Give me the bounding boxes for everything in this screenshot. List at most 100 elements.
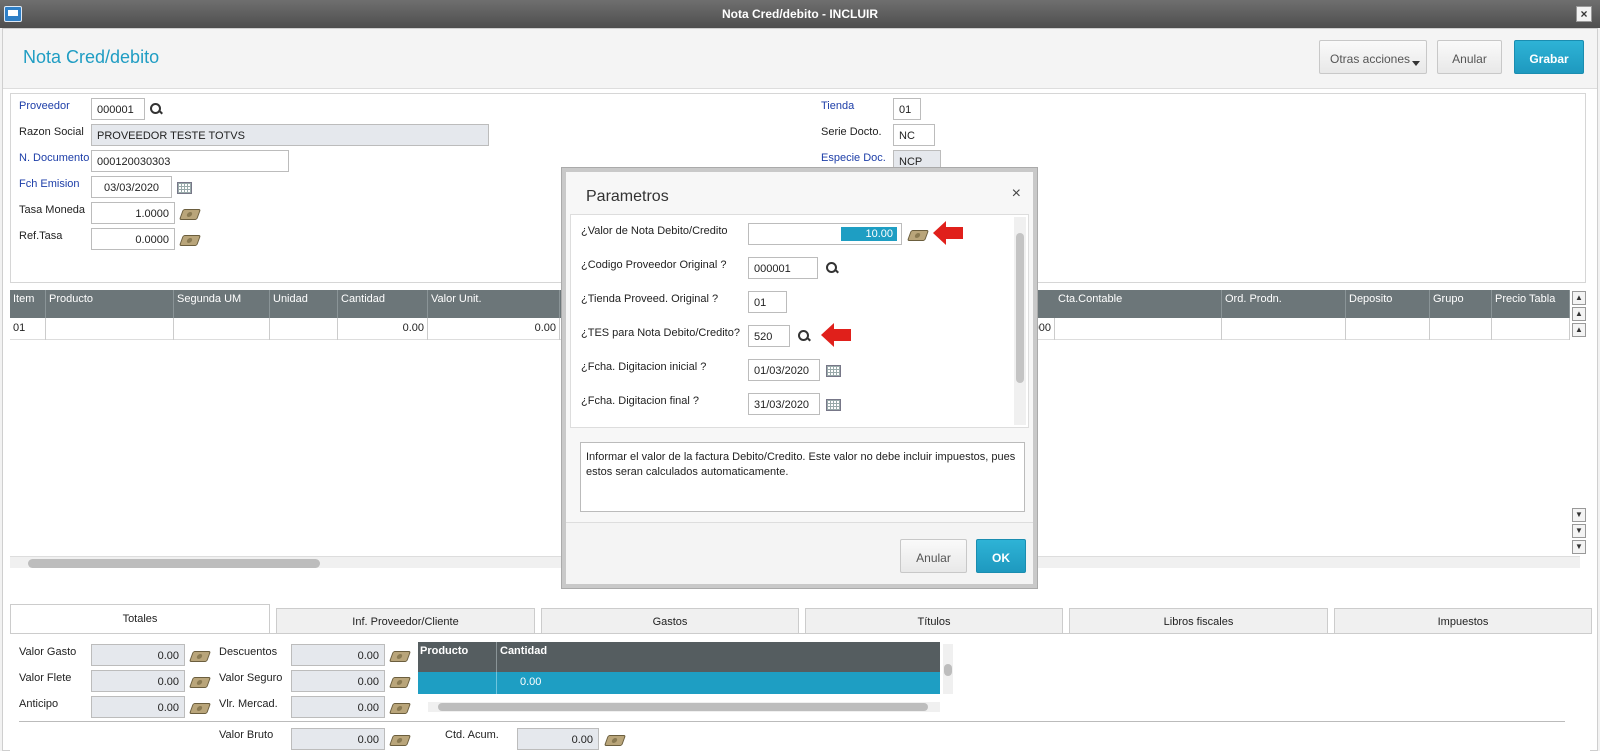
search-icon[interactable]	[825, 261, 839, 275]
valor-seguro-field[interactable]: 0.00	[291, 670, 385, 692]
cell-grupo[interactable]	[1430, 318, 1492, 340]
param-label-fcha-final: ¿Fcha. Digitacion final ?	[581, 395, 699, 407]
anticipo-label: Anticipo	[19, 698, 59, 710]
scrollbar-thumb[interactable]	[28, 559, 320, 568]
calendar-icon[interactable]	[826, 399, 841, 411]
fch-emision-input[interactable]: 03/03/2020	[91, 176, 172, 198]
col-header-valor-unit[interactable]: Valor Unit.	[428, 290, 560, 318]
param-fcha-final-input[interactable]: 31/03/2020	[748, 393, 820, 415]
anticipo-field[interactable]: 0.00	[91, 696, 185, 718]
cell-cta-contable[interactable]	[1055, 318, 1222, 340]
parametros-dialog: Parametros × ¿Valor de Nota Debito/Credi…	[562, 168, 1037, 588]
mini-cell-cantidad[interactable]: 0.00	[520, 676, 541, 688]
col-header-cta-contable[interactable]: Cta.Contable	[1055, 290, 1222, 318]
valor-seguro-label: Valor Seguro	[219, 672, 283, 684]
scroll-bottom-icon[interactable]: ▼	[1572, 540, 1586, 554]
chevron-down-icon	[1412, 61, 1420, 66]
cell-segunda-um[interactable]	[174, 318, 270, 340]
scrollbar-thumb[interactable]	[944, 664, 952, 676]
cell-cantidad[interactable]: 0.00	[338, 318, 428, 340]
scroll-up-icon[interactable]: ▲	[1572, 323, 1586, 337]
scroll-top-icon[interactable]: ▲	[1572, 291, 1586, 305]
razon-social-field[interactable]: PROVEEDOR TESTE TOTVS	[91, 124, 489, 146]
col-header-deposito[interactable]: Deposito	[1346, 290, 1430, 318]
mini-col-cantidad[interactable]: Cantidad	[500, 645, 547, 657]
cancel-button[interactable]: Anular	[1437, 40, 1502, 74]
descuentos-field[interactable]: 0.00	[291, 644, 385, 666]
tab-totales[interactable]: Totales	[10, 604, 270, 634]
valor-gasto-label: Valor Gasto	[19, 646, 77, 658]
cell-deposito[interactable]	[1346, 318, 1430, 340]
tab-titulos[interactable]: Títulos	[805, 608, 1063, 634]
tab-gastos[interactable]: Gastos	[541, 608, 799, 634]
scroll-down-icon[interactable]: ▼	[1572, 508, 1586, 522]
especie-doc-label: Especie Doc.	[821, 152, 886, 164]
col-header-unidad[interactable]: Unidad	[270, 290, 338, 318]
divider	[19, 721, 1565, 722]
search-icon[interactable]	[149, 102, 163, 116]
dialog-ok-button[interactable]: OK	[976, 539, 1026, 573]
ref-tasa-label: Ref.Tasa	[19, 230, 63, 242]
save-button[interactable]: Grabar	[1514, 40, 1584, 74]
cell-unidad[interactable]	[270, 318, 338, 340]
mini-grid-vscroll[interactable]	[943, 644, 953, 694]
col-header-segunda-um[interactable]: Segunda UM	[174, 290, 270, 318]
cell-item[interactable]: 01	[10, 318, 46, 340]
tasa-moneda-input[interactable]: 1.0000	[91, 202, 175, 224]
serie-docto-input[interactable]: NC	[893, 124, 935, 146]
dialog-cancel-button[interactable]: Anular	[900, 539, 967, 573]
tab-libros-fiscales[interactable]: Libros fiscales	[1069, 608, 1328, 634]
param-tes-input[interactable]: 520	[748, 325, 790, 347]
scroll-pagedown-icon[interactable]: ▼	[1572, 524, 1586, 538]
valor-gasto-field[interactable]: 0.00	[91, 644, 185, 666]
other-actions-button[interactable]: Otras acciones	[1319, 40, 1427, 74]
cell-valor-unit[interactable]: 0.00	[428, 318, 560, 340]
mini-grid-row[interactable]: 0.00	[418, 672, 940, 694]
calendar-icon[interactable]	[826, 365, 841, 377]
dialog-footer: Anular OK	[566, 522, 1033, 584]
proveedor-input[interactable]: 000001	[91, 98, 145, 120]
vlr-mercad-field[interactable]: 0.00	[291, 696, 385, 718]
cell-precio-tabla[interactable]	[1492, 318, 1570, 340]
window-title: Nota Cred/debito - INCLUIR	[722, 7, 878, 21]
n-documento-input[interactable]: 000120030303	[91, 150, 289, 172]
ref-tasa-input[interactable]: 0.0000	[91, 228, 175, 250]
other-actions-label: Otras acciones	[1330, 52, 1411, 66]
param-valor-selected: 10.00	[841, 227, 897, 241]
param-codigo-input[interactable]: 000001	[748, 257, 818, 279]
window-close-icon[interactable]: ×	[1576, 6, 1592, 22]
ctd-acum-field[interactable]: 0.00	[517, 728, 599, 750]
cell-producto[interactable]	[46, 318, 174, 340]
col-header-grupo[interactable]: Grupo	[1430, 290, 1492, 318]
param-valor-input[interactable]: 10.00	[748, 223, 902, 245]
search-icon[interactable]	[797, 329, 811, 343]
mini-col-producto[interactable]: Producto	[420, 645, 468, 657]
money-icon[interactable]	[906, 230, 930, 241]
param-tienda-input[interactable]: 01	[748, 291, 787, 313]
scrollbar-thumb[interactable]	[438, 703, 928, 711]
col-header-cantidad[interactable]: Cantidad	[338, 290, 428, 318]
calendar-icon[interactable]	[177, 182, 192, 194]
divider	[496, 642, 497, 672]
params-vscroll[interactable]	[1014, 217, 1026, 425]
valor-flete-field[interactable]: 0.00	[91, 670, 185, 692]
close-icon[interactable]: ×	[1012, 185, 1021, 203]
fch-emision-label: Fch Emision	[19, 178, 80, 190]
tab-impuestos[interactable]: Impuestos	[1334, 608, 1592, 634]
tienda-input[interactable]: 01	[893, 98, 921, 120]
param-label-valor: ¿Valor de Nota Debito/Credito	[581, 225, 728, 237]
col-header-precio-tabla[interactable]: Precio Tabla	[1492, 290, 1570, 318]
valor-bruto-field[interactable]: 0.00	[291, 728, 385, 750]
mini-grid-header: Producto Cantidad	[418, 642, 940, 672]
cell-ord-prodn[interactable]	[1222, 318, 1346, 340]
serie-docto-label: Serie Docto.	[821, 126, 882, 138]
col-header-producto[interactable]: Producto	[46, 290, 174, 318]
col-header-ord-prodn[interactable]: Ord. Prodn.	[1222, 290, 1346, 318]
col-header-item[interactable]: Item	[10, 290, 46, 318]
param-fcha-inicial-input[interactable]: 01/03/2020	[748, 359, 820, 381]
mini-grid-hscroll[interactable]	[428, 702, 940, 712]
scroll-pageup-icon[interactable]: ▲	[1572, 307, 1586, 321]
red-arrow-icon	[821, 323, 851, 347]
tab-inf-proveedor[interactable]: Inf. Proveedor/Cliente	[276, 608, 535, 634]
scrollbar-thumb[interactable]	[1016, 233, 1024, 383]
